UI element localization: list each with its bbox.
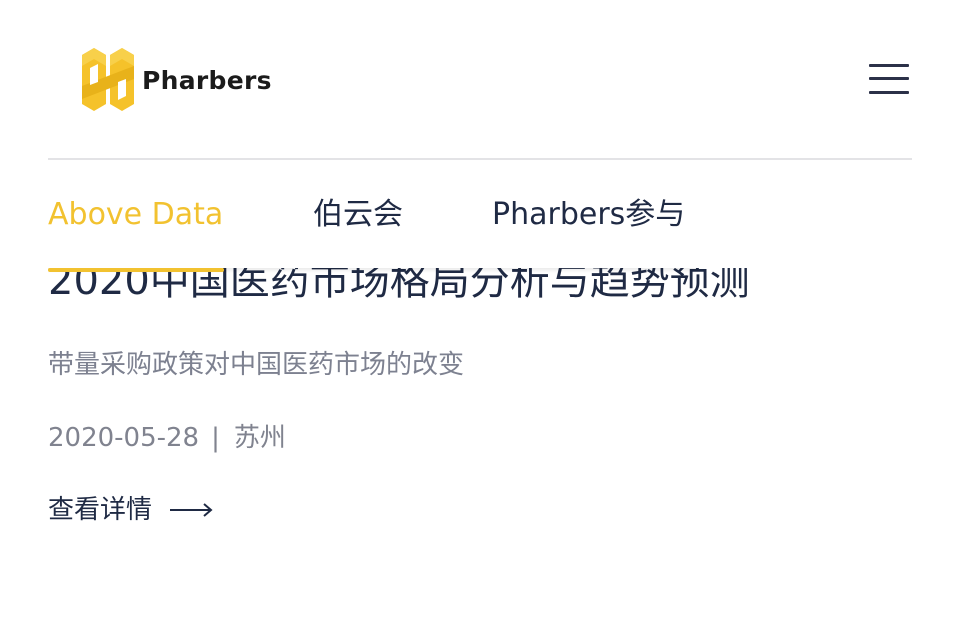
tab-above-data[interactable]: Above Data [48, 195, 223, 235]
brand-name: Pharbers [142, 65, 272, 95]
active-tab-indicator [48, 268, 224, 272]
menu-line [869, 64, 909, 67]
site-header: Pharbers [0, 0, 960, 158]
article-location: 苏州 [233, 423, 286, 453]
menu-line [869, 77, 909, 80]
long-arrow-right-icon [170, 503, 213, 517]
article-meta: 2020-05-28 | 苏州 [48, 420, 286, 456]
article-subtitle: 带量采购政策对中国医药市场的改变 [48, 350, 465, 380]
brand-logo[interactable]: Pharbers [80, 46, 272, 112]
view-details-label: 查看详情 [48, 495, 153, 525]
tab-bo-yun-hui[interactable]: 伯云会 [313, 195, 403, 235]
menu-line [869, 91, 909, 94]
article-date: 2020-05-28 [48, 423, 200, 453]
hamburger-menu-icon[interactable] [866, 62, 912, 96]
view-details-link[interactable]: 查看详情 [48, 492, 214, 528]
meta-separator: | [211, 423, 220, 453]
tab-pharbers-participation[interactable]: Pharbers参与 [492, 195, 685, 235]
pharbers-logo-icon [82, 48, 134, 111]
